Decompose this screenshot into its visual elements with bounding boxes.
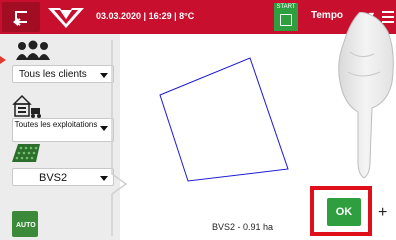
start-label: START bbox=[276, 4, 296, 10]
dropdown-caret-icon bbox=[100, 126, 108, 131]
pointer-arrow-icon bbox=[0, 56, 6, 64]
farm-buildings-icon bbox=[12, 94, 41, 118]
brand-logo bbox=[48, 8, 84, 28]
panel-connector bbox=[111, 40, 128, 236]
dropdown-caret-icon bbox=[100, 73, 108, 78]
dropdown-caret-icon bbox=[100, 176, 108, 181]
left-filter-panel: Tous les clients Toutes les exploitation… bbox=[0, 34, 120, 240]
farms-select[interactable]: Toutes les exploitations bbox=[12, 118, 114, 142]
field-select[interactable]: BVS2 bbox=[12, 168, 114, 186]
farms-select-value: Toutes les exploitations bbox=[14, 120, 98, 129]
date-time-weather: 03.03.2020 | 16:29 | 8°C bbox=[96, 11, 195, 21]
back-button[interactable] bbox=[2, 2, 40, 32]
auto-label: AUTO bbox=[16, 222, 36, 229]
start-button[interactable]: START bbox=[274, 3, 298, 31]
save-disk-icon bbox=[280, 14, 292, 26]
auto-guidance-icon[interactable]: AUTO bbox=[12, 211, 38, 237]
pointing-hand-image bbox=[338, 12, 394, 179]
clients-select-value: Tous les clients bbox=[19, 69, 87, 80]
field-plots-icon bbox=[12, 144, 40, 162]
field-select-value: BVS2 bbox=[39, 172, 68, 184]
clients-select[interactable]: Tous les clients bbox=[12, 65, 114, 83]
clients-group-icon bbox=[16, 40, 50, 60]
back-arrow-icon bbox=[13, 11, 27, 26]
parcel-info-label: BVS2 - 0.91 ha bbox=[212, 222, 274, 232]
